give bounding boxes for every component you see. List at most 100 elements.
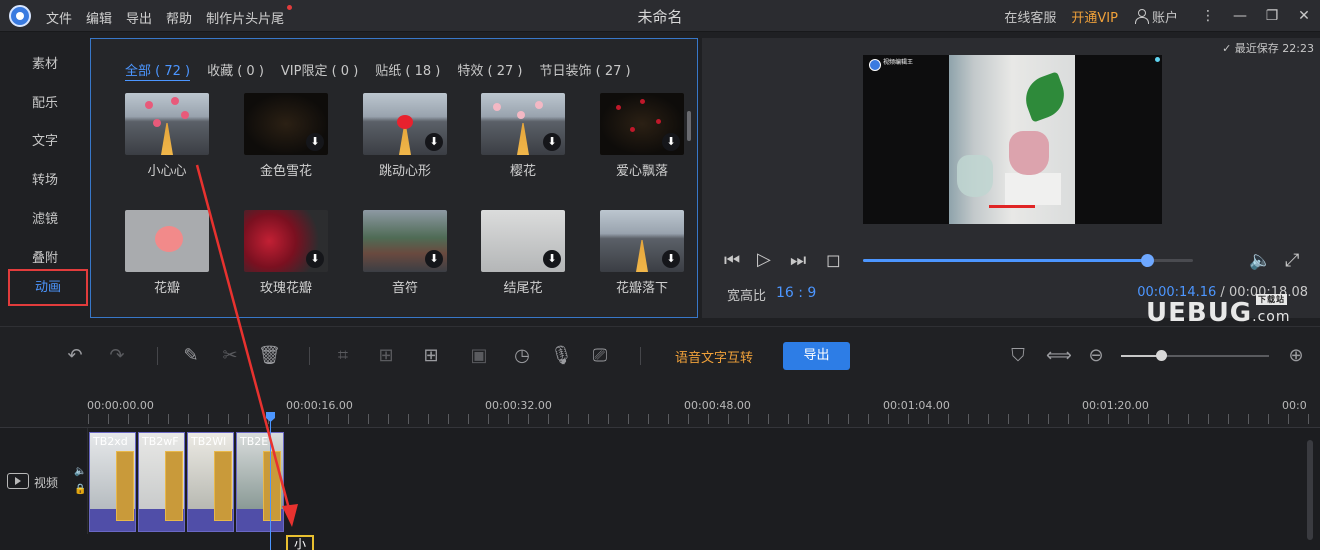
tab-favorites[interactable]: 收藏 ( 0 ) (207, 60, 264, 81)
animation-thumb-falling-hearts[interactable]: ⬇ (600, 93, 684, 155)
restore-icon[interactable]: ❐ (1256, 0, 1288, 32)
playback-progress[interactable] (863, 254, 1193, 267)
marker-icon[interactable]: ⛉ (1007, 345, 1029, 367)
user-icon[interactable] (1134, 9, 1149, 24)
animation-thumb-golden-snow[interactable]: ⬇ (244, 93, 328, 155)
animation-thumb-petals-falling[interactable]: ⬇ (600, 210, 684, 272)
menu-export[interactable]: 导出 (126, 8, 152, 27)
ruler-label: 00:00:48.00 (684, 399, 751, 412)
timeline-scrollbar[interactable] (1307, 440, 1313, 540)
minimize-icon[interactable]: — (1224, 0, 1256, 32)
zoom-out-icon[interactable]: ⊖ (1085, 345, 1107, 367)
transition-marker[interactable] (116, 451, 134, 521)
sidebar-item-music[interactable]: 配乐 (0, 92, 90, 111)
download-icon[interactable]: ⬇ (543, 250, 561, 268)
export-button[interactable]: 导出 (783, 342, 850, 370)
divider (309, 347, 310, 365)
library-scrollbar[interactable] (687, 111, 691, 141)
animation-thumb-music-notes[interactable]: ⬇ (363, 210, 447, 272)
redo-icon[interactable]: ↷ (106, 345, 128, 367)
online-service-link[interactable]: 在线客服 (1004, 7, 1056, 26)
voice-text-convert-link[interactable]: 语音文字互转 (675, 347, 753, 366)
account-link[interactable]: 账户 (1152, 7, 1178, 26)
download-icon[interactable]: ⬇ (306, 133, 324, 151)
last-saved-text: 最近保存 22:23 (1234, 42, 1314, 55)
menu-file[interactable]: 文件 (46, 8, 72, 27)
tab-holiday[interactable]: 节日装饰 ( 27 ) (539, 60, 630, 81)
download-icon[interactable]: ⬇ (425, 133, 443, 151)
stop-icon[interactable]: ◻ (826, 250, 841, 271)
crop-icon[interactable]: ⌗ (332, 345, 354, 367)
fit-width-icon[interactable]: ⟺ (1046, 345, 1072, 367)
category-tabs: 全部 ( 72 ) 收藏 ( 0 ) VIP限定 ( 0 ) 贴纸 ( 18 )… (125, 60, 648, 81)
title-bar: 文件 编辑 导出 帮助 制作片头片尾 未命名 在线客服 开通VIP 账户 ⋮ —… (0, 0, 1320, 32)
microphone-icon[interactable]: 🎙 (550, 345, 573, 367)
sidebar-item-material[interactable]: 素材 (0, 53, 90, 72)
video-clip[interactable]: TB2xd (89, 432, 136, 532)
freeze-frame-icon[interactable]: ▣ (468, 345, 490, 367)
menu-edit[interactable]: 编辑 (86, 8, 112, 27)
tab-effects[interactable]: 特效 ( 27 ) (457, 60, 522, 81)
new-badge-dot (287, 5, 292, 10)
undo-icon[interactable]: ↶ (64, 345, 86, 367)
transition-marker[interactable] (165, 451, 183, 521)
speed-icon[interactable]: ◷ (511, 345, 533, 367)
sidebar-item-animation[interactable]: 动画 (8, 269, 88, 306)
sidebar-item-filter[interactable]: 滤镜 (0, 208, 90, 227)
tab-all[interactable]: 全部 ( 72 ) (125, 60, 191, 81)
cut-icon[interactable]: ✂ (219, 345, 241, 367)
menu-help[interactable]: 帮助 (166, 8, 192, 27)
video-track-icon (7, 473, 29, 489)
download-icon[interactable]: ⬇ (662, 133, 680, 151)
screen-record-icon[interactable]: ⎚ (589, 345, 611, 367)
animation-thumb-little-hearts[interactable] (125, 93, 209, 155)
playhead[interactable] (270, 412, 271, 550)
download-icon[interactable]: ⬇ (543, 133, 561, 151)
tab-vip[interactable]: VIP限定 ( 0 ) (281, 60, 358, 81)
timeline-ruler[interactable]: 00:00:00.00 00:00:16.00 00:00:32.00 00:0… (0, 384, 1320, 428)
zoom-slider-knob[interactable] (1155, 350, 1167, 361)
sidebar-item-text[interactable]: 文字 (0, 130, 90, 149)
close-icon[interactable]: ✕ (1288, 0, 1320, 32)
animation-label: 爱心飘落 (615, 164, 668, 179)
next-frame-icon[interactable]: ⏭ (790, 250, 806, 271)
transition-marker[interactable] (263, 451, 281, 521)
download-icon[interactable]: ⬇ (306, 250, 324, 268)
download-icon[interactable]: ⬇ (425, 250, 443, 268)
video-clip[interactable]: TB2Wl (187, 432, 234, 532)
sidebar-item-overlay[interactable]: 叠附 (0, 247, 90, 266)
transition-marker[interactable] (214, 451, 232, 521)
progress-fill (863, 259, 1147, 262)
animation-label: 小心心 (147, 164, 187, 179)
prev-frame-icon[interactable]: ⏮ (724, 250, 740, 271)
lock-icon[interactable]: 🔒 (74, 484, 86, 495)
play-icon[interactable]: ▷ (757, 249, 771, 270)
download-icon[interactable]: ⬇ (662, 250, 680, 268)
edit-icon[interactable]: ✎ (180, 345, 202, 367)
vip-link[interactable]: 开通VIP (1071, 7, 1118, 26)
video-preview[interactable]: 视频编辑王 (863, 55, 1162, 224)
video-clip[interactable]: TB2E (236, 432, 284, 532)
zoom-in-icon[interactable]: ⊕ (1285, 345, 1307, 367)
mosaic-icon[interactable]: ⊞ (375, 345, 397, 367)
delete-icon[interactable]: 🗑 (258, 345, 281, 367)
video-frame-image (949, 55, 1075, 224)
split-icon[interactable]: ⊞ (420, 345, 442, 367)
animation-thumb-beating-heart[interactable]: ⬇ (363, 93, 447, 155)
aspect-ratio-value[interactable]: 16 : 9 (776, 285, 816, 301)
menu-intro-outro[interactable]: 制作片头片尾 (206, 8, 284, 27)
animation-thumb-petals[interactable] (125, 210, 209, 272)
volume-icon[interactable]: 🔈 (74, 466, 86, 477)
progress-knob[interactable] (1140, 254, 1154, 267)
animation-thumb-rose-petals[interactable]: ⬇ (244, 210, 328, 272)
video-clip[interactable]: TB2wF (138, 432, 185, 532)
animation-thumb-ending-flower[interactable]: ⬇ (481, 210, 565, 272)
vase-shape (957, 155, 993, 197)
sidebar-item-transition[interactable]: 转场 (0, 169, 90, 188)
volume-icon[interactable]: 🔈 (1249, 250, 1271, 271)
tab-stickers[interactable]: 贴纸 ( 18 ) (375, 60, 440, 81)
more-icon[interactable]: ⋮ (1192, 0, 1224, 32)
fullscreen-icon[interactable]: ⤢ (1285, 250, 1299, 271)
ruler-label: 00:01:20.00 (1082, 399, 1149, 412)
animation-thumb-sakura[interactable]: ⬇ (481, 93, 565, 155)
